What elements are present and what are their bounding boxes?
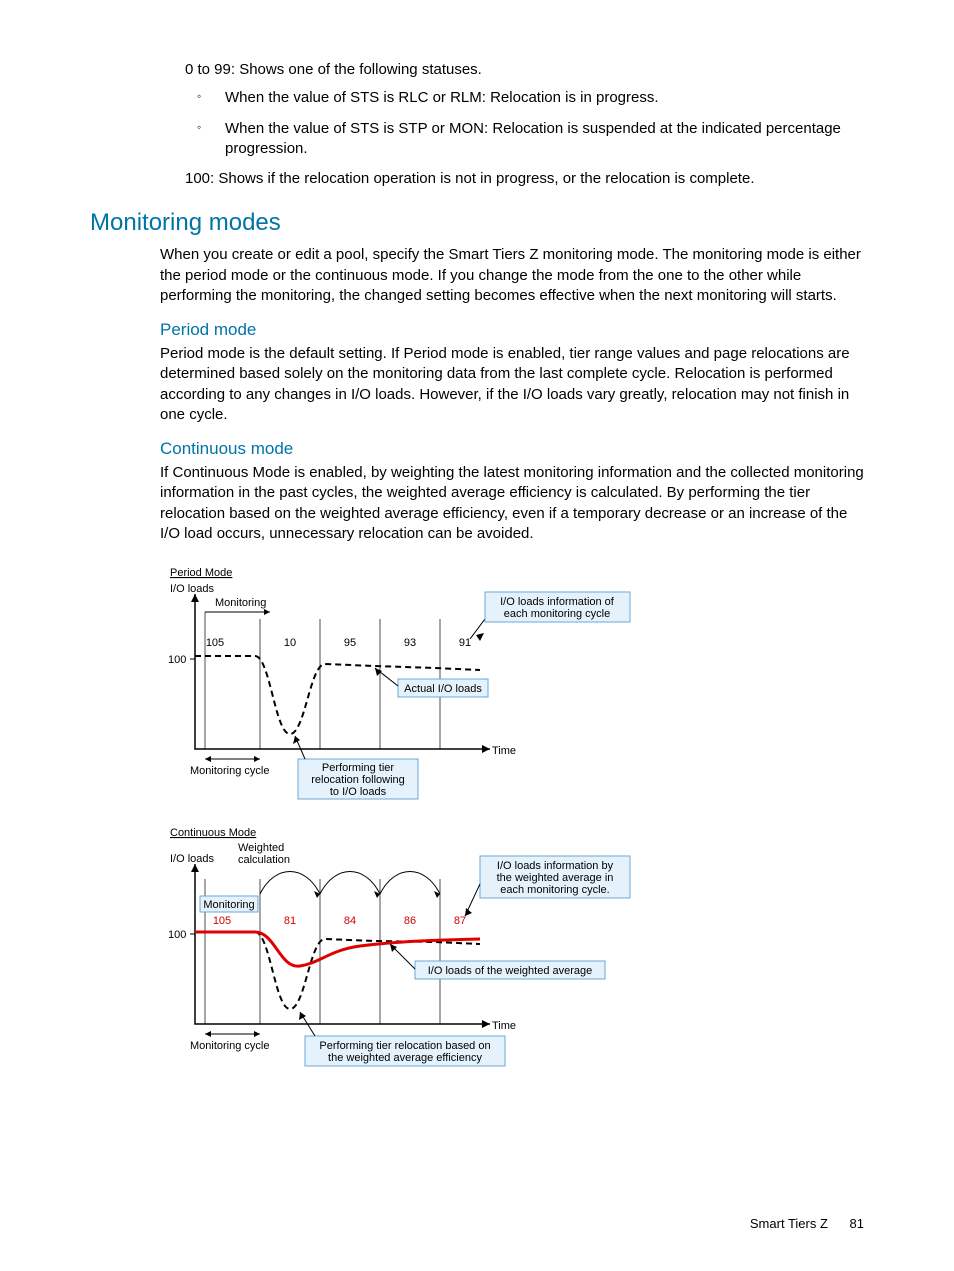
period-cycle-label: Monitoring cycle [190,765,269,777]
svg-text:Performing tier: Performing tier [322,762,394,774]
period-title: Period Mode [170,567,232,579]
svg-text:each monitoring cycle.: each monitoring cycle. [500,884,609,896]
svg-text:to I/O loads: to I/O loads [330,786,387,798]
continuous-weighted-1: Weighted [238,842,284,854]
period-xlabel: Time [492,745,516,757]
continuous-weighted-2: calculation [238,854,290,866]
period-mode-heading: Period mode [160,320,864,340]
status-sublist: When the value of STS is RLC or RLM: Rel… [185,88,864,159]
continuous-ylabel: I/O loads [170,853,215,865]
svg-text:the weighted average in: the weighted average in [497,872,614,884]
monitoring-modes-heading: Monitoring modes [90,209,864,237]
continuous-mode-heading: Continuous mode [160,439,864,459]
monitoring-modes-para: When you create or edit a pool, specify … [160,245,864,306]
period-val-3: 93 [404,637,416,649]
document-page: 0 to 99: Shows one of the following stat… [0,0,954,1271]
svg-text:Performing tier relocation bas: Performing tier relocation based on [319,1040,490,1052]
continuous-mode-para: If Continuous Mode is enabled, by weight… [160,463,864,544]
continuous-cycle-label: Monitoring cycle [190,1040,269,1052]
footer-page: 81 [850,1216,864,1231]
period-val-0: 105 [206,637,224,649]
list-item: When the value of STS is RLC or RLM: Rel… [185,88,864,108]
continuous-avg: I/O loads of the weighted average [428,965,593,977]
footer-text: Smart Tiers Z [750,1216,828,1231]
svg-text:relocation following: relocation following [311,774,405,786]
list-item: When the value of STS is STP or MON: Rel… [185,119,864,160]
charts-svg: Period Mode I/O loads Time 100 Monitorin… [160,564,640,1079]
period-info-2: each monitoring cycle [504,608,610,620]
status-100-text: 100: Shows if the relocation operation i… [185,169,864,189]
svg-text:I/O loads information by: I/O loads information by [497,860,614,872]
continuous-xlabel: Time [492,1020,516,1032]
period-info-1: I/O loads information of [500,596,615,608]
period-monitoring-label: Monitoring [215,597,266,609]
cont-val-2: 84 [344,915,356,927]
period-ylabel: I/O loads [170,583,215,595]
cont-val-0: 105 [213,915,231,927]
status-range-text: 0 to 99: Shows one of the following stat… [185,60,864,80]
cont-val-1: 81 [284,915,296,927]
period-ytick: 100 [168,654,186,666]
period-actual: Actual I/O loads [404,683,482,695]
period-mode-para: Period mode is the default setting. If P… [160,344,864,425]
cont-val-3: 86 [404,915,416,927]
cont-val-4: 87 [454,915,466,927]
continuous-ytick: 100 [168,929,186,941]
continuous-monitoring: Monitoring [203,899,254,911]
svg-text:the weighted average efficienc: the weighted average efficiency [328,1052,482,1064]
page-footer: Smart Tiers Z 81 [750,1216,864,1231]
continuous-title: Continuous Mode [170,827,256,839]
period-val-4: 91 [459,637,471,649]
period-val-2: 95 [344,637,356,649]
charts-figure: Period Mode I/O loads Time 100 Monitorin… [160,564,864,1079]
period-val-1: 10 [284,637,296,649]
